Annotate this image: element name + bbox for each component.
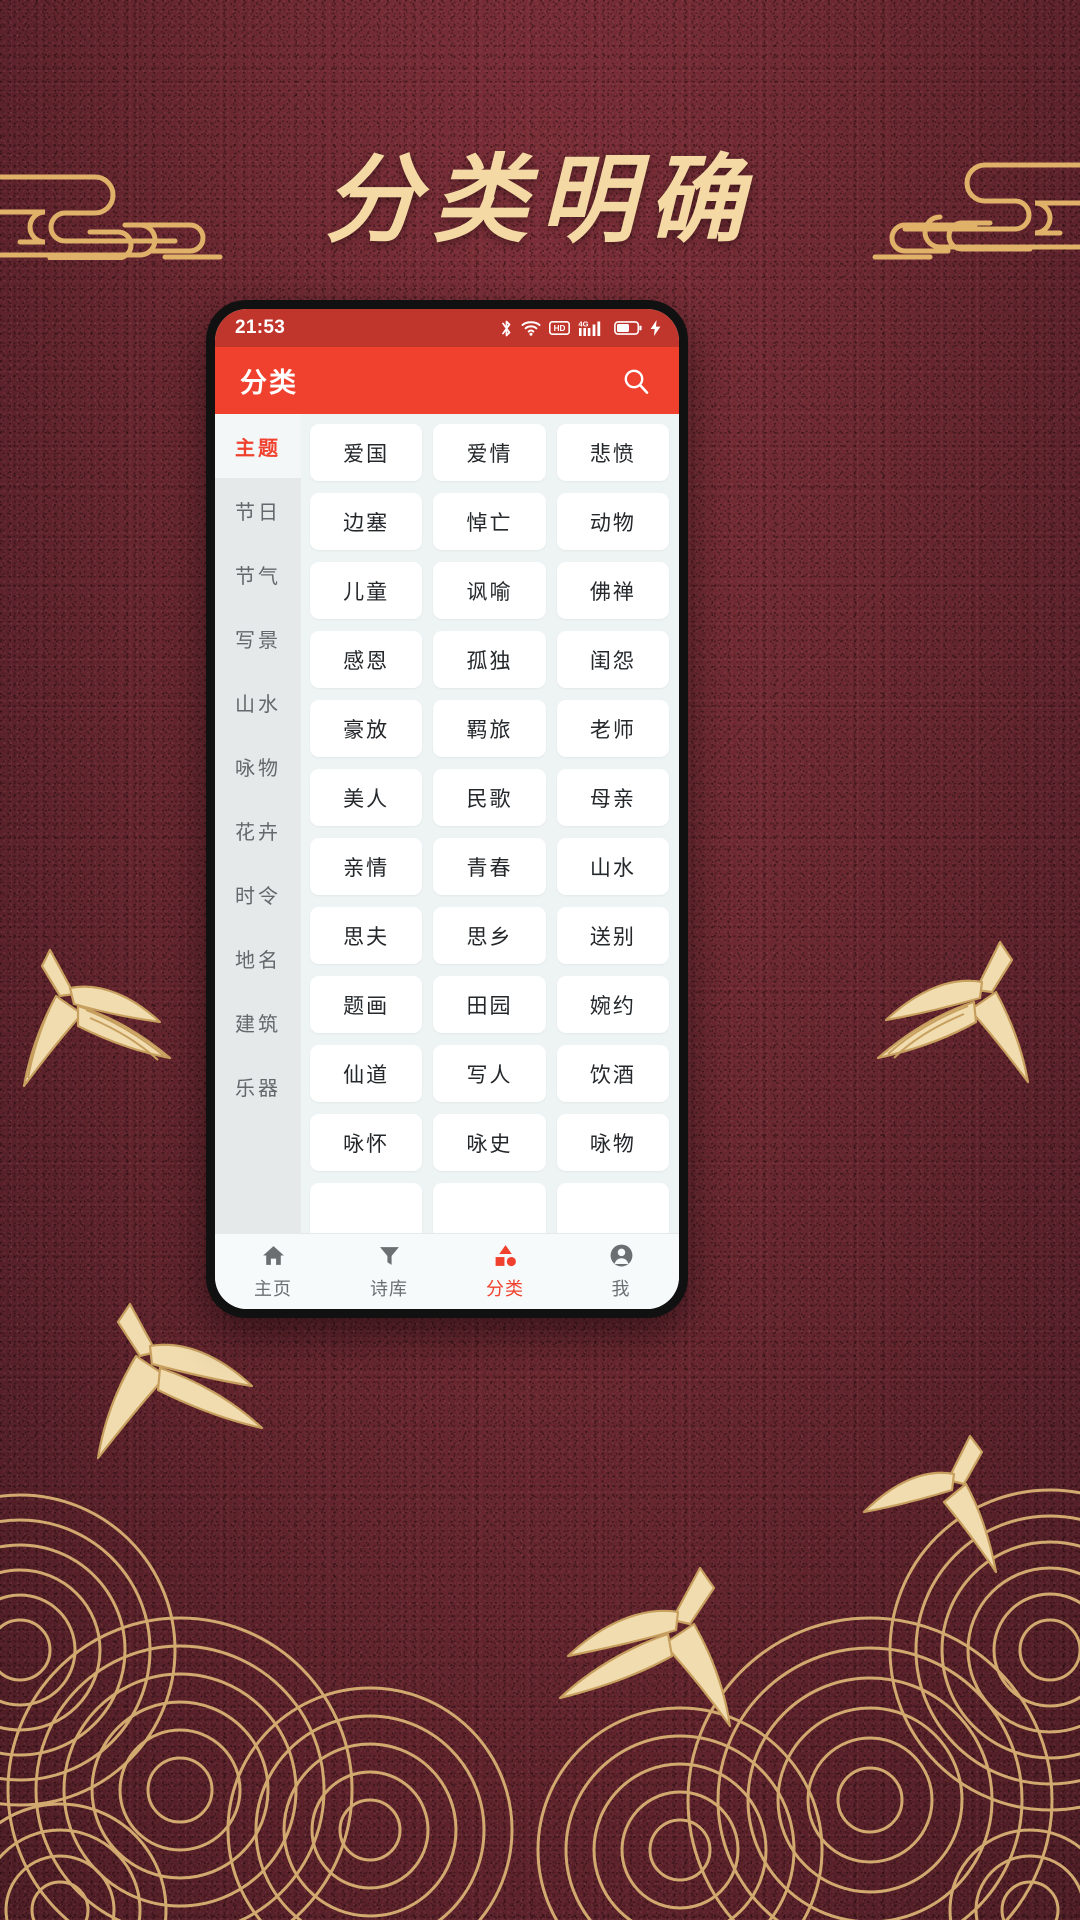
- category-chip[interactable]: 青春: [433, 838, 546, 895]
- sidebar-item-shiling[interactable]: 时令: [215, 862, 301, 926]
- tab-profile-label: 我: [611, 1278, 631, 1299]
- category-chip[interactable]: 题画: [310, 976, 423, 1033]
- crane-icon-bottom-center: [558, 1566, 732, 1728]
- tab-categories[interactable]: 分类: [447, 1243, 563, 1301]
- sidebar-item-jianzhu[interactable]: 建筑: [215, 990, 301, 1054]
- category-chip[interactable]: 感恩: [310, 631, 423, 688]
- sidebar-item-jieri[interactable]: 节日: [215, 478, 301, 542]
- category-grid: 爱国 爱情 悲愤 边塞 悼亡 动物 儿童 讽喻 佛禅 感恩 孤独 闺怨 豪放 羁…: [310, 424, 669, 1233]
- wave-pattern-bottom-right: [536, 1488, 1080, 1920]
- sidebar-item-yongwu[interactable]: 咏物: [215, 734, 301, 798]
- sidebar-item-diming[interactable]: 地名: [215, 926, 301, 990]
- category-chip[interactable]: 悲愤: [556, 424, 669, 481]
- category-chip[interactable]: 儿童: [310, 562, 423, 619]
- category-chip[interactable]: 饮酒: [556, 1045, 669, 1102]
- bluetooth-icon: [502, 320, 511, 336]
- hd-icon: HD: [549, 321, 570, 335]
- category-chip[interactable]: [433, 1183, 546, 1233]
- category-chip[interactable]: 爱情: [433, 424, 546, 481]
- funnel-icon: [377, 1243, 402, 1269]
- category-chip[interactable]: 送别: [556, 907, 669, 964]
- sidebar-item-zhuti[interactable]: 主题: [215, 414, 301, 478]
- battery-icon: [614, 321, 642, 335]
- category-chip[interactable]: 讽喻: [433, 562, 546, 619]
- tab-library[interactable]: 诗库: [331, 1243, 447, 1301]
- category-chip[interactable]: 孤独: [433, 631, 546, 688]
- search-button[interactable]: [617, 362, 655, 400]
- tab-library-label: 诗库: [370, 1278, 408, 1299]
- category-chip[interactable]: 边塞: [310, 493, 423, 550]
- bottom-navigation: 主页 诗库 分类 我: [215, 1233, 679, 1309]
- crane-icon-bottom-left: [96, 1302, 264, 1460]
- sidebar-item-jieqi[interactable]: 节气: [215, 542, 301, 606]
- category-chip[interactable]: 咏史: [433, 1114, 546, 1171]
- poster-stage: 分类明确 21:53 HD 4G 分类 主题 节日 节气 写景 山水 咏物 花卉…: [0, 0, 1080, 1920]
- tab-home-label: 主页: [254, 1278, 292, 1299]
- status-bar: 21:53 HD 4G: [215, 309, 679, 347]
- home-icon: [261, 1243, 286, 1269]
- category-chip[interactable]: 羁旅: [433, 700, 546, 757]
- category-chip[interactable]: 民歌: [433, 769, 546, 826]
- phone-frame: 21:53 HD 4G 分类 主题 节日 节气 写景 山水 咏物 花卉 时令 地…: [206, 300, 688, 1318]
- crane-icon-right-upper: [876, 940, 1030, 1084]
- category-chip[interactable]: 思乡: [433, 907, 546, 964]
- signal-4g-icon: 4G: [578, 320, 601, 336]
- sidebar-item-yueqi[interactable]: 乐器: [215, 1054, 301, 1118]
- sidebar-item-huahui[interactable]: 花卉: [215, 798, 301, 862]
- page-title: 分类: [240, 368, 298, 398]
- wave-pattern-bottom-left: [0, 1493, 514, 1920]
- category-chip[interactable]: 闺怨: [556, 631, 669, 688]
- category-chip[interactable]: 咏怀: [310, 1114, 423, 1171]
- app-bar: 分类: [215, 347, 679, 414]
- category-chip[interactable]: 悼亡: [433, 493, 546, 550]
- category-chip[interactable]: 佛禅: [556, 562, 669, 619]
- person-icon: [609, 1243, 634, 1269]
- content-area: 主题 节日 节气 写景 山水 咏物 花卉 时令 地名 建筑 乐器 爱国 爱情 悲…: [215, 414, 679, 1233]
- status-icon-group: HD 4G: [500, 319, 661, 338]
- crane-icon-left: [22, 948, 172, 1088]
- category-chip[interactable]: [556, 1183, 669, 1233]
- category-chip[interactable]: 仙道: [310, 1045, 423, 1102]
- tab-categories-label: 分类: [486, 1278, 524, 1299]
- category-chip[interactable]: 动物: [556, 493, 669, 550]
- category-chip[interactable]: 老师: [556, 700, 669, 757]
- shapes-icon: [493, 1243, 518, 1269]
- category-grid-pane: 爱国 爱情 悲愤 边塞 悼亡 动物 儿童 讽喻 佛禅 感恩 孤独 闺怨 豪放 羁…: [301, 414, 679, 1233]
- crane-icon-bottom-right: [862, 1434, 998, 1574]
- search-icon: [624, 369, 649, 394]
- phone-screen: 21:53 HD 4G 分类 主题 节日 节气 写景 山水 咏物 花卉 时令 地…: [215, 309, 679, 1309]
- poster-title: 分类明确: [324, 143, 756, 256]
- category-chip[interactable]: [310, 1183, 423, 1233]
- wifi-icon: [521, 321, 541, 336]
- sidebar-item-xiejing[interactable]: 写景: [215, 606, 301, 670]
- category-chip[interactable]: 田园: [433, 976, 546, 1033]
- status-time: 21:53: [235, 317, 286, 338]
- svg-text:HD: HD: [554, 324, 566, 333]
- category-chip[interactable]: 咏物: [556, 1114, 669, 1171]
- svg-text:4G: 4G: [578, 320, 588, 329]
- category-chip[interactable]: 思夫: [310, 907, 423, 964]
- category-chip[interactable]: 写人: [433, 1045, 546, 1102]
- category-chip[interactable]: 婉约: [556, 976, 669, 1033]
- category-chip[interactable]: 爱国: [310, 424, 423, 481]
- category-chip[interactable]: 豪放: [310, 700, 423, 757]
- category-chip[interactable]: 亲情: [310, 838, 423, 895]
- tab-home[interactable]: 主页: [215, 1243, 331, 1301]
- category-chip[interactable]: 母亲: [556, 769, 669, 826]
- sidebar-item-shanshui[interactable]: 山水: [215, 670, 301, 734]
- category-sidebar[interactable]: 主题 节日 节气 写景 山水 咏物 花卉 时令 地名 建筑 乐器: [215, 414, 301, 1233]
- category-chip[interactable]: 山水: [556, 838, 669, 895]
- charging-bolt-icon: [650, 320, 661, 336]
- tab-profile[interactable]: 我: [563, 1243, 679, 1301]
- category-chip[interactable]: 美人: [310, 769, 423, 826]
